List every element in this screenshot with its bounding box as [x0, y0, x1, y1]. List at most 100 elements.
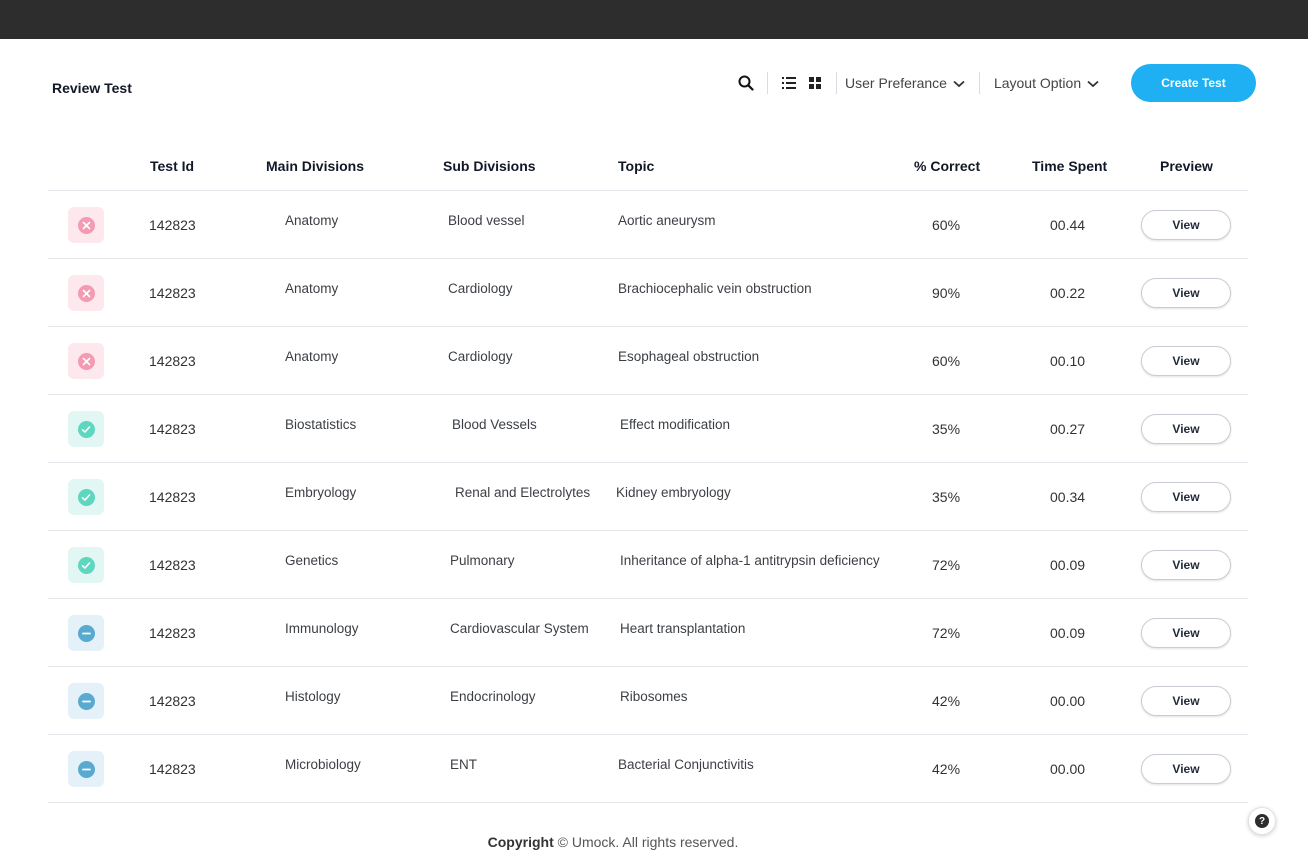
- copyright-text: © Umock. All rights reserved.: [557, 834, 739, 850]
- table-row: 142823 Immunology Cardiovascular System Hea…: [48, 599, 1248, 667]
- cell-percent-correct: 72%: [932, 557, 961, 573]
- cell-time-spent: 00.44: [1050, 217, 1086, 233]
- chevron-down-icon: [953, 75, 965, 91]
- column-header-main-divisions: Main Divisions: [266, 158, 365, 174]
- copyright-label: Copyright: [487, 834, 554, 850]
- footer: Copyright © Umock. All rights reserved.: [0, 834, 1226, 850]
- cell-time-spent: 00.09: [1050, 625, 1086, 641]
- cell-main-division: Genetics: [285, 553, 339, 568]
- view-button[interactable]: View: [1141, 686, 1231, 716]
- table-row: 142823 Microbiology ENT Bacterial Conjuncti…: [48, 735, 1248, 803]
- column-header-sub-divisions: Sub Divisions: [443, 158, 536, 174]
- cell-test-id: 142823: [149, 761, 196, 777]
- toolbar: User Preferance Layout Option: [733, 64, 1099, 102]
- cell-time-spent: 00.00: [1050, 761, 1086, 777]
- check-icon: [77, 556, 95, 574]
- cell-topic: Ribosomes: [620, 689, 688, 704]
- status-badge: [68, 751, 104, 787]
- cell-time-spent: 00.22: [1050, 285, 1086, 301]
- cell-sub-division: ENT: [450, 757, 477, 772]
- status-badge: [68, 615, 104, 651]
- table-header: Test Id Main Divisions Sub Divisions Top…: [48, 142, 1248, 191]
- cell-main-division: Anatomy: [285, 349, 339, 364]
- create-test-button[interactable]: Create Test: [1131, 64, 1256, 102]
- toolbar-divider: [767, 72, 768, 94]
- view-button[interactable]: View: [1141, 278, 1231, 308]
- view-button[interactable]: View: [1141, 210, 1231, 240]
- omitted-icon: [77, 760, 95, 778]
- cell-main-division: Immunology: [285, 621, 359, 636]
- status-badge: [68, 411, 104, 447]
- cell-sub-division: Pulmonary: [450, 553, 515, 568]
- user-preference-dropdown[interactable]: User Preferance: [845, 75, 965, 91]
- column-header-preview: Preview: [1160, 158, 1213, 174]
- cell-topic: Kidney embryology: [616, 485, 731, 500]
- cell-topic: Effect modification: [620, 417, 731, 432]
- view-button[interactable]: View: [1141, 346, 1231, 376]
- incorrect-icon: [77, 284, 95, 302]
- view-button[interactable]: View: [1141, 414, 1231, 444]
- table-row: 142823 Biostatistics Blood Vessels Effect m…: [48, 395, 1248, 463]
- cell-main-division: Microbiology: [285, 757, 361, 772]
- layout-option-label: Layout Option: [993, 75, 1082, 91]
- view-button[interactable]: View: [1141, 482, 1231, 512]
- table-row: 142823 Anatomy Cardiology Esophageal obstru…: [48, 327, 1248, 395]
- cell-time-spent: 00.10: [1050, 353, 1086, 369]
- status-badge: [68, 479, 104, 515]
- cell-test-id: 142823: [149, 557, 196, 573]
- cell-topic: Bacterial Conjunctivitis: [618, 757, 754, 772]
- cell-test-id: 142823: [149, 625, 196, 641]
- cell-sub-division: Endocrinology: [450, 689, 536, 704]
- cell-test-id: 142823: [149, 489, 196, 505]
- column-header-topic: Topic: [618, 158, 655, 174]
- cell-sub-division: Cardiology: [448, 281, 513, 296]
- status-badge: [68, 275, 104, 311]
- cell-test-id: 142823: [149, 285, 196, 301]
- cell-time-spent: 00.34: [1050, 489, 1086, 505]
- help-icon: ?: [1255, 814, 1269, 828]
- table-row: 142823 Embryology Renal and Electrolytes Ki…: [48, 463, 1248, 531]
- check-icon: [77, 488, 95, 506]
- cell-main-division: Histology: [285, 689, 341, 704]
- cell-time-spent: 00.09: [1050, 557, 1086, 573]
- cell-percent-correct: 42%: [932, 761, 961, 777]
- cell-time-spent: 00.00: [1050, 693, 1086, 709]
- view-button[interactable]: View: [1141, 550, 1231, 580]
- column-header-time-spent: Time Spent: [1032, 158, 1108, 174]
- cell-time-spent: 00.27: [1050, 421, 1086, 437]
- table-row: 142823 Anatomy Blood vessel Aortic aneurysm…: [48, 191, 1248, 259]
- toolbar-divider: [978, 72, 980, 94]
- view-button[interactable]: View: [1141, 618, 1231, 648]
- column-header-test-id: Test Id: [150, 158, 195, 174]
- table-body: 142823 Anatomy Blood vessel Aortic aneurysm…: [48, 191, 1248, 803]
- top-bar: [0, 0, 1308, 39]
- cell-topic: Inheritance of alpha-1 antitrypsin defic…: [620, 553, 880, 568]
- omitted-icon: [77, 624, 95, 642]
- cell-test-id: 142823: [149, 421, 196, 437]
- column-header-percent-correct: % Correct: [914, 158, 981, 174]
- cell-sub-division: Renal and Electrolytes: [455, 485, 591, 500]
- cell-sub-division: Blood vessel: [448, 213, 525, 228]
- cell-topic: Heart transplantation: [620, 621, 746, 636]
- cell-percent-correct: 60%: [932, 217, 961, 233]
- cell-sub-division: Blood Vessels: [452, 417, 537, 432]
- cell-test-id: 142823: [149, 217, 196, 233]
- cell-percent-correct: 35%: [932, 421, 961, 437]
- cell-percent-correct: 42%: [932, 693, 961, 709]
- incorrect-icon: [77, 352, 95, 370]
- toolbar-divider: [836, 72, 837, 94]
- view-button[interactable]: View: [1141, 754, 1231, 784]
- help-button[interactable]: ?: [1248, 807, 1276, 835]
- chevron-down-icon: [1087, 75, 1099, 91]
- status-badge: [68, 343, 104, 379]
- table-row: 142823 Genetics Pulmonary Inheritance of al…: [48, 531, 1248, 599]
- table-row: 142823 Histology Endocrinology Ribosomes 42%…: [48, 667, 1248, 735]
- layout-option-dropdown[interactable]: Layout Option: [994, 75, 1099, 91]
- grid-view-icon[interactable]: [802, 70, 828, 96]
- search-icon[interactable]: [733, 70, 759, 96]
- user-preference-label: User Preferance: [845, 75, 947, 91]
- cell-sub-division: Cardiovascular System: [450, 621, 589, 636]
- list-view-icon[interactable]: [776, 70, 802, 96]
- cell-percent-correct: 35%: [932, 489, 961, 505]
- cell-test-id: 142823: [149, 693, 196, 709]
